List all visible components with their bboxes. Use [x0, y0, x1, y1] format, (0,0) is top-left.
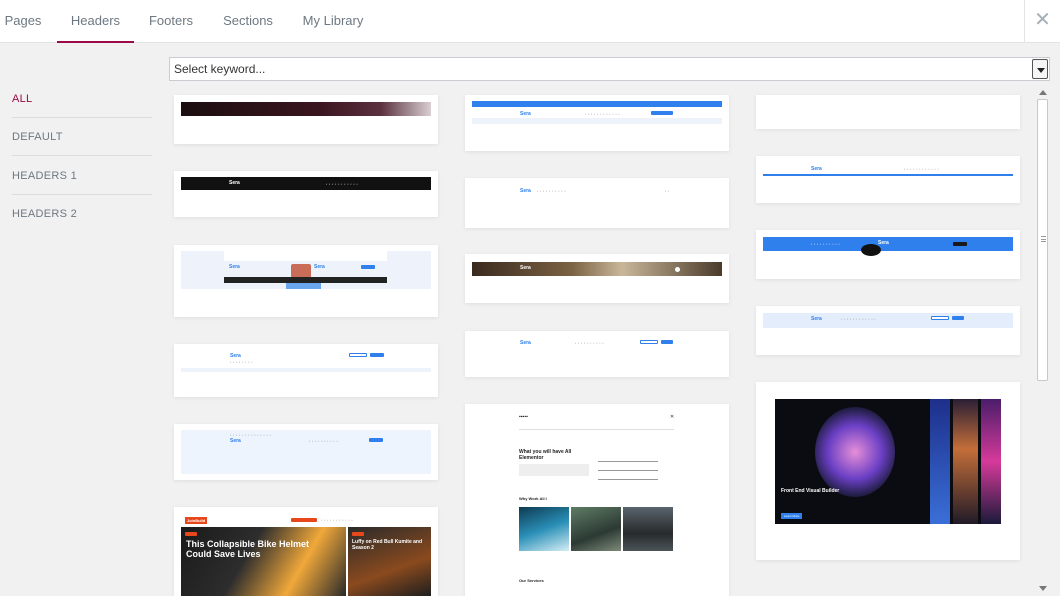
thumbnail-nav: •••••••••• [575, 341, 606, 345]
thumbnail-heading: Front End Visual Builder [781, 488, 840, 494]
template-card[interactable]: Sera •••••••• [174, 344, 438, 397]
thumbnail-logo: Sera [229, 264, 240, 270]
thumbnail-logo: Sera [520, 188, 531, 194]
thumbnail-image [519, 507, 569, 551]
template-card[interactable]: Sera Sera [174, 245, 438, 317]
template-card[interactable]: JoinBuild ••••••••••• This Collapsible B… [174, 507, 438, 596]
thumbnail-nav: ••••••••••• [321, 518, 355, 522]
thumbnail-logo: Sera [811, 316, 822, 322]
template-card[interactable] [174, 95, 438, 144]
template-card[interactable]: Sera [465, 254, 729, 303]
thumbnail-logo: Sera [520, 265, 531, 271]
thumbnail-nav: •••••••••••••• [230, 433, 273, 437]
thumbnail-heading: Why Work All I [519, 496, 547, 501]
thumbnail-image: •••••••••• Sera [763, 237, 1013, 256]
template-card[interactable]: ▪▪▪▪▪ ✕ What you will have All Elementor… [465, 404, 729, 596]
thumbnail-nav: •••••••••••• [904, 167, 941, 171]
category-sidebar: ALL DEFAULT HEADERS 1 HEADERS 2 [0, 43, 165, 596]
tab-headers[interactable]: Headers [57, 0, 134, 43]
thumbnail-button: Learn More [781, 513, 803, 519]
thumbnail-logo: Sera [314, 264, 325, 270]
scrollbar[interactable] [1035, 85, 1050, 596]
thumbnail-logo: Sera [878, 240, 889, 246]
tab-sections[interactable]: Sections [214, 0, 282, 43]
tab-footers[interactable]: Footers [140, 0, 202, 43]
template-card[interactable]: Sera •••••••••••• [465, 95, 729, 151]
thumbnail-nav: •• [665, 189, 672, 193]
thumbnail-nav: •••••••• [230, 360, 255, 364]
thumbnail-logo: Sera [811, 166, 822, 172]
thumbnail-nav: •••••••••• [309, 439, 340, 443]
thumbnail-image: Luffy on Red Bull Kumite and Season 2 [348, 527, 431, 596]
template-card[interactable]: Sera •••••••••• •• [465, 178, 729, 228]
template-card[interactable]: •••••••••• Sera [756, 230, 1020, 279]
thumbnail-headline: Luffy on Red Bull Kumite and Season 2 [352, 539, 422, 551]
thumbnail-nav: •••••••••••• [841, 317, 878, 321]
thumbnail-image: This Collapsible Bike Helmet Could Save … [181, 527, 346, 596]
template-card[interactable]: Sera •••••••••••• [756, 306, 1020, 355]
category-headers-2[interactable]: HEADERS 2 [12, 195, 152, 233]
search-input[interactable]: Select keyword... [169, 57, 1050, 81]
template-card[interactable]: Front End Visual Builder Learn More [756, 382, 1020, 560]
search-placeholder: Select keyword... [174, 62, 266, 76]
template-card[interactable]: Sera •••••••••• [465, 331, 729, 377]
thumbnail-image: Sera ••••••••••• [181, 177, 431, 190]
template-card[interactable]: Sera ••••••••••• [174, 171, 438, 217]
thumbnail-logo: Sera [520, 340, 531, 346]
tab-bar: Pages Headers Footers Sections My Librar… [0, 0, 1060, 43]
template-card[interactable]: •••••••••••••• Sera •••••••••• [174, 424, 438, 480]
template-card[interactable]: Sera •••••••••••• [756, 156, 1020, 203]
category-default[interactable]: DEFAULT [12, 118, 152, 156]
thumbnail-nav: •••••••••• [537, 189, 568, 193]
thumbnail-nav: •••••••••••• [585, 112, 622, 116]
thumbnail-heading: Our Services [519, 578, 544, 583]
thumbnail-logo: Sera [520, 111, 531, 117]
scrollbar-thumb[interactable] [1037, 99, 1048, 381]
thumbnail-nav: ••••••••••• [326, 182, 360, 186]
chevron-down-icon[interactable] [1032, 59, 1048, 79]
thumbnail-brand: JoinBuild [185, 517, 208, 524]
thumbnail-logo: ▪▪▪▪▪ [519, 414, 528, 420]
tab-my-library[interactable]: My Library [296, 0, 370, 43]
grip-icon [1041, 236, 1046, 242]
category-headers-1[interactable]: HEADERS 1 [12, 157, 152, 195]
thumbnail-heading: What you will have All Elementor [519, 449, 572, 461]
scroll-down-icon[interactable] [1039, 586, 1047, 591]
template-card[interactable] [756, 95, 1020, 129]
thumbnail-image [181, 102, 431, 116]
category-all[interactable]: ALL [12, 80, 152, 118]
thumbnail-icon: ✕ [670, 414, 675, 420]
thumbnail-image: Sera [472, 262, 722, 276]
thumbnail-logo: Sera [230, 353, 241, 359]
thumbnail-headline: This Collapsible Bike Helmet Could Save … [186, 539, 310, 559]
tab-pages[interactable]: Pages [0, 0, 46, 43]
close-icon[interactable]: ✕ [1024, 0, 1060, 43]
thumbnail-image: Sera Sera [181, 251, 431, 289]
thumbnail-nav: •••••••••• [811, 242, 842, 246]
thumbnail-logo: Sera [230, 438, 241, 444]
scroll-up-icon[interactable] [1039, 90, 1047, 95]
thumbnail-image [623, 507, 673, 551]
thumbnail-image: Front End Visual Builder Learn More [775, 399, 1001, 524]
thumbnail-image [571, 507, 621, 551]
thumbnail-logo: Sera [229, 180, 240, 186]
